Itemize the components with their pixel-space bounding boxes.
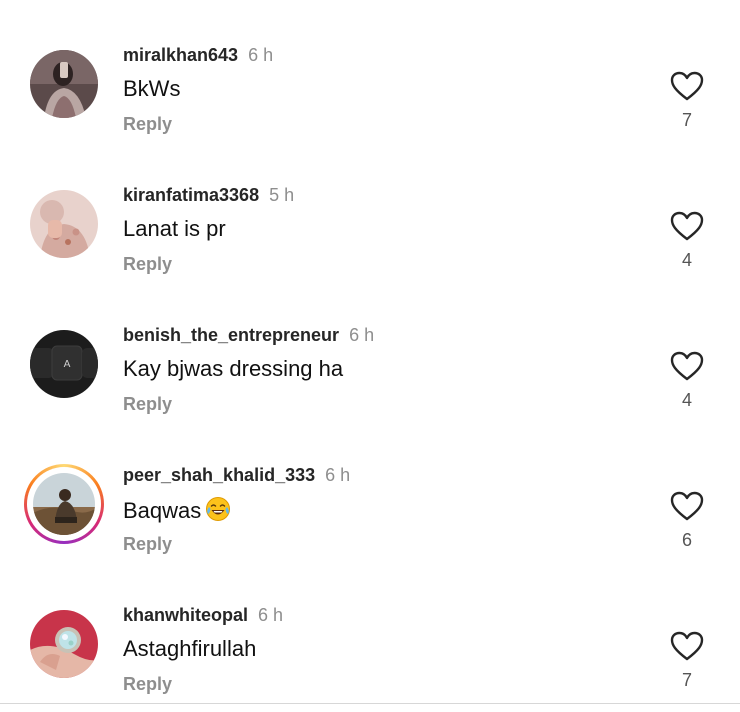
heart-icon[interactable] bbox=[670, 351, 704, 381]
comment-item: khanwhiteopal 6 h Astaghfirullah Reply 7 bbox=[0, 602, 740, 712]
reply-button[interactable]: Reply bbox=[123, 393, 172, 415]
comment-meta: peer_shah_khalid_333 6 h bbox=[123, 464, 350, 486]
like-count: 7 bbox=[681, 670, 692, 690]
bottom-divider bbox=[0, 703, 740, 704]
username[interactable]: miralkhan643 bbox=[123, 45, 238, 65]
username[interactable]: khanwhiteopal bbox=[123, 605, 248, 625]
comment-item: A benish_the_entrepreneur 6 h Kay bjwas d… bbox=[0, 322, 740, 432]
reply-button[interactable]: Reply bbox=[123, 253, 172, 275]
heart-icon[interactable] bbox=[670, 491, 704, 521]
reply-button[interactable]: Reply bbox=[123, 673, 172, 695]
reply-button[interactable]: Reply bbox=[123, 113, 172, 135]
timestamp: 6 h bbox=[325, 465, 351, 485]
comment-item: miralkhan643 6 h BkWs Reply 7 bbox=[0, 42, 740, 152]
svg-text:A: A bbox=[64, 359, 71, 370]
like-count: 7 bbox=[681, 110, 692, 130]
comment-item: peer_shah_khalid_333 6 h Baqwas Reply 6 bbox=[0, 462, 740, 572]
comment-meta: khanwhiteopal 6 h bbox=[123, 604, 283, 626]
username[interactable]: peer_shah_khalid_333 bbox=[123, 465, 315, 485]
avatar[interactable] bbox=[30, 610, 98, 678]
comment-text: Lanat is pr bbox=[123, 216, 226, 241]
avatar-image bbox=[30, 610, 98, 678]
comment-text: BkWs bbox=[123, 76, 181, 101]
comment-text-content: Baqwas bbox=[123, 498, 202, 523]
username[interactable]: benish_the_entrepreneur bbox=[123, 325, 339, 345]
avatar-image bbox=[30, 50, 98, 118]
avatar[interactable]: A bbox=[30, 330, 98, 398]
comment-item: kiranfatima3368 5 h Lanat is pr Reply 4 bbox=[0, 182, 740, 292]
timestamp: 6 h bbox=[248, 45, 274, 65]
timestamp: 6 h bbox=[349, 325, 375, 345]
comment-meta: kiranfatima3368 5 h bbox=[123, 184, 294, 206]
avatar[interactable] bbox=[30, 190, 98, 258]
comment-meta: benish_the_entrepreneur 6 h bbox=[123, 324, 374, 346]
avatar-image: A bbox=[30, 330, 98, 398]
comment-meta: miralkhan643 6 h bbox=[123, 44, 273, 66]
avatar[interactable] bbox=[24, 464, 104, 544]
like-count: 6 bbox=[681, 530, 692, 550]
avatar[interactable] bbox=[30, 50, 98, 118]
username[interactable]: kiranfatima3368 bbox=[123, 185, 259, 205]
like-count: 4 bbox=[681, 250, 692, 270]
timestamp: 6 h bbox=[258, 605, 284, 625]
avatar-image bbox=[33, 473, 95, 535]
heart-icon[interactable] bbox=[670, 211, 704, 241]
comment-text: Baqwas bbox=[123, 496, 231, 524]
like-count: 4 bbox=[681, 390, 692, 410]
timestamp: 5 h bbox=[269, 185, 295, 205]
reply-button[interactable]: Reply bbox=[123, 533, 172, 555]
heart-icon[interactable] bbox=[670, 71, 704, 101]
face-with-tears-of-joy-icon bbox=[205, 496, 231, 522]
avatar-image bbox=[30, 190, 98, 258]
heart-icon[interactable] bbox=[670, 631, 704, 661]
comment-text: Kay bjwas dressing ha bbox=[123, 356, 344, 381]
comment-text: Astaghfirullah bbox=[123, 636, 257, 661]
